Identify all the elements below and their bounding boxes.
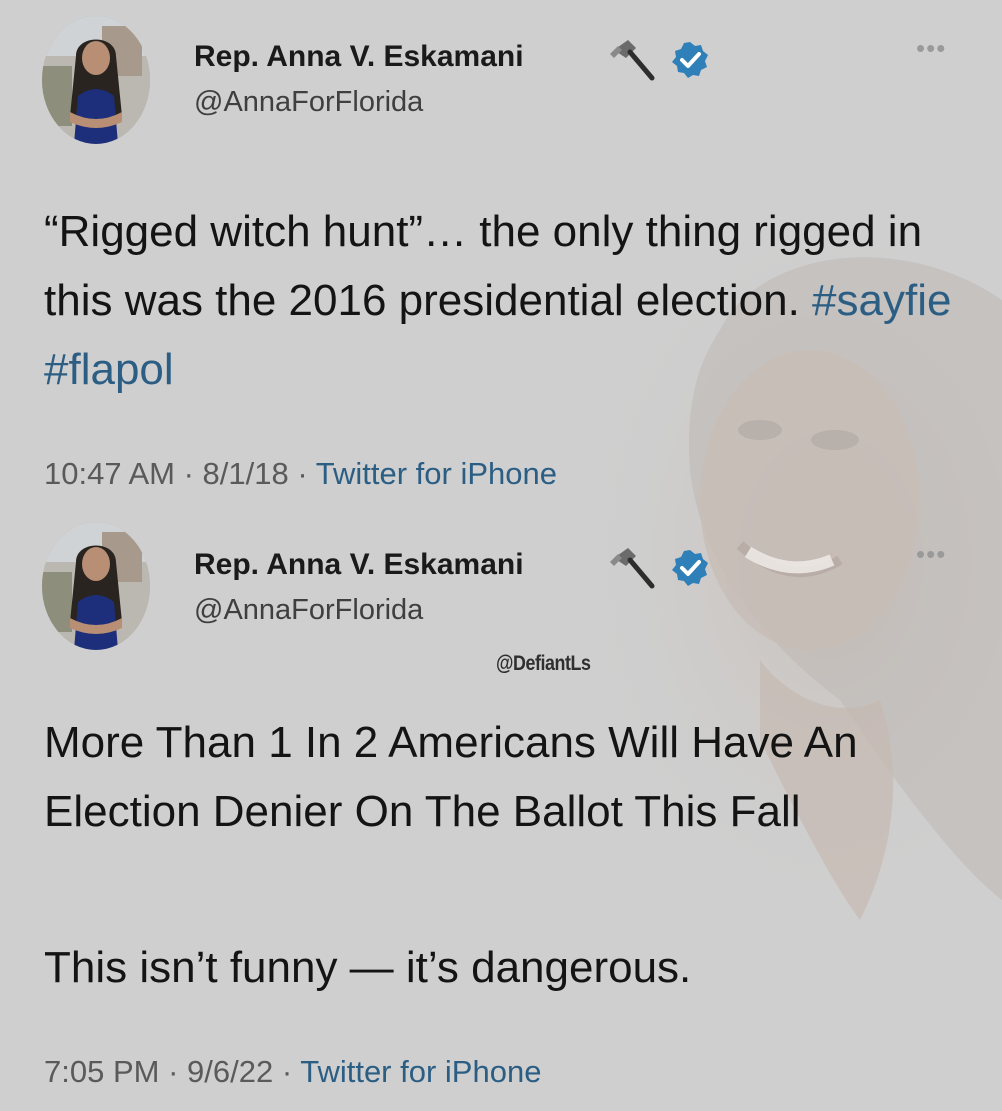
tweet-time[interactable]: 7:05 PM — [44, 1054, 159, 1089]
meta-separator: · — [273, 1054, 301, 1089]
user-handle[interactable]: @AnnaForFlorida — [194, 594, 423, 627]
tweet-time[interactable]: 10:47 AM — [44, 456, 175, 491]
tweet-source-link[interactable]: Twitter for iPhone — [300, 1054, 541, 1089]
tweet-date[interactable]: 9/6/22 — [187, 1054, 273, 1089]
meta-separator: · — [288, 456, 316, 491]
tweet-text-paragraph: This isn’t funny — it’s dangerous. — [44, 943, 692, 992]
display-name[interactable]: Rep. Anna V. Eskamani — [194, 40, 524, 74]
verified-badge-icon — [672, 42, 708, 78]
hammer-icon — [610, 548, 655, 589]
tweet-date[interactable]: 8/1/18 — [203, 456, 289, 491]
more-options-icon[interactable]: ••• — [916, 541, 960, 567]
meta-separator: · — [159, 1054, 188, 1089]
more-options-icon[interactable]: ••• — [916, 35, 960, 61]
user-handle[interactable]: @AnnaForFlorida — [194, 86, 423, 119]
tweet-metadata: 7:05 PM · 9/6/22 · Twitter for iPhone — [44, 1054, 541, 1090]
tweet-text-content: “Rigged witch hunt”… the only thing rigg… — [44, 207, 923, 325]
hammer-icon — [610, 40, 655, 81]
display-name[interactable]: Rep. Anna V. Eskamani — [194, 548, 524, 582]
tweet-source-link[interactable]: Twitter for iPhone — [316, 456, 557, 491]
hashtag-link[interactable]: #flapol — [44, 345, 174, 394]
tweet-text-paragraph: More Than 1 In 2 Americans Will Have An … — [44, 718, 858, 836]
meta-separator: · — [174, 456, 203, 491]
avatar[interactable] — [42, 522, 150, 650]
hashtag-link[interactable]: #sayfie — [812, 276, 951, 325]
verified-badge-icon — [672, 550, 708, 586]
watermark-text: @DefiantLs — [496, 652, 591, 675]
avatar[interactable] — [42, 16, 150, 144]
tweet-metadata: 10:47 AM · 8/1/18 · Twitter for iPhone — [44, 456, 557, 492]
tweet-text: “Rigged witch hunt”… the only thing rigg… — [44, 197, 964, 404]
